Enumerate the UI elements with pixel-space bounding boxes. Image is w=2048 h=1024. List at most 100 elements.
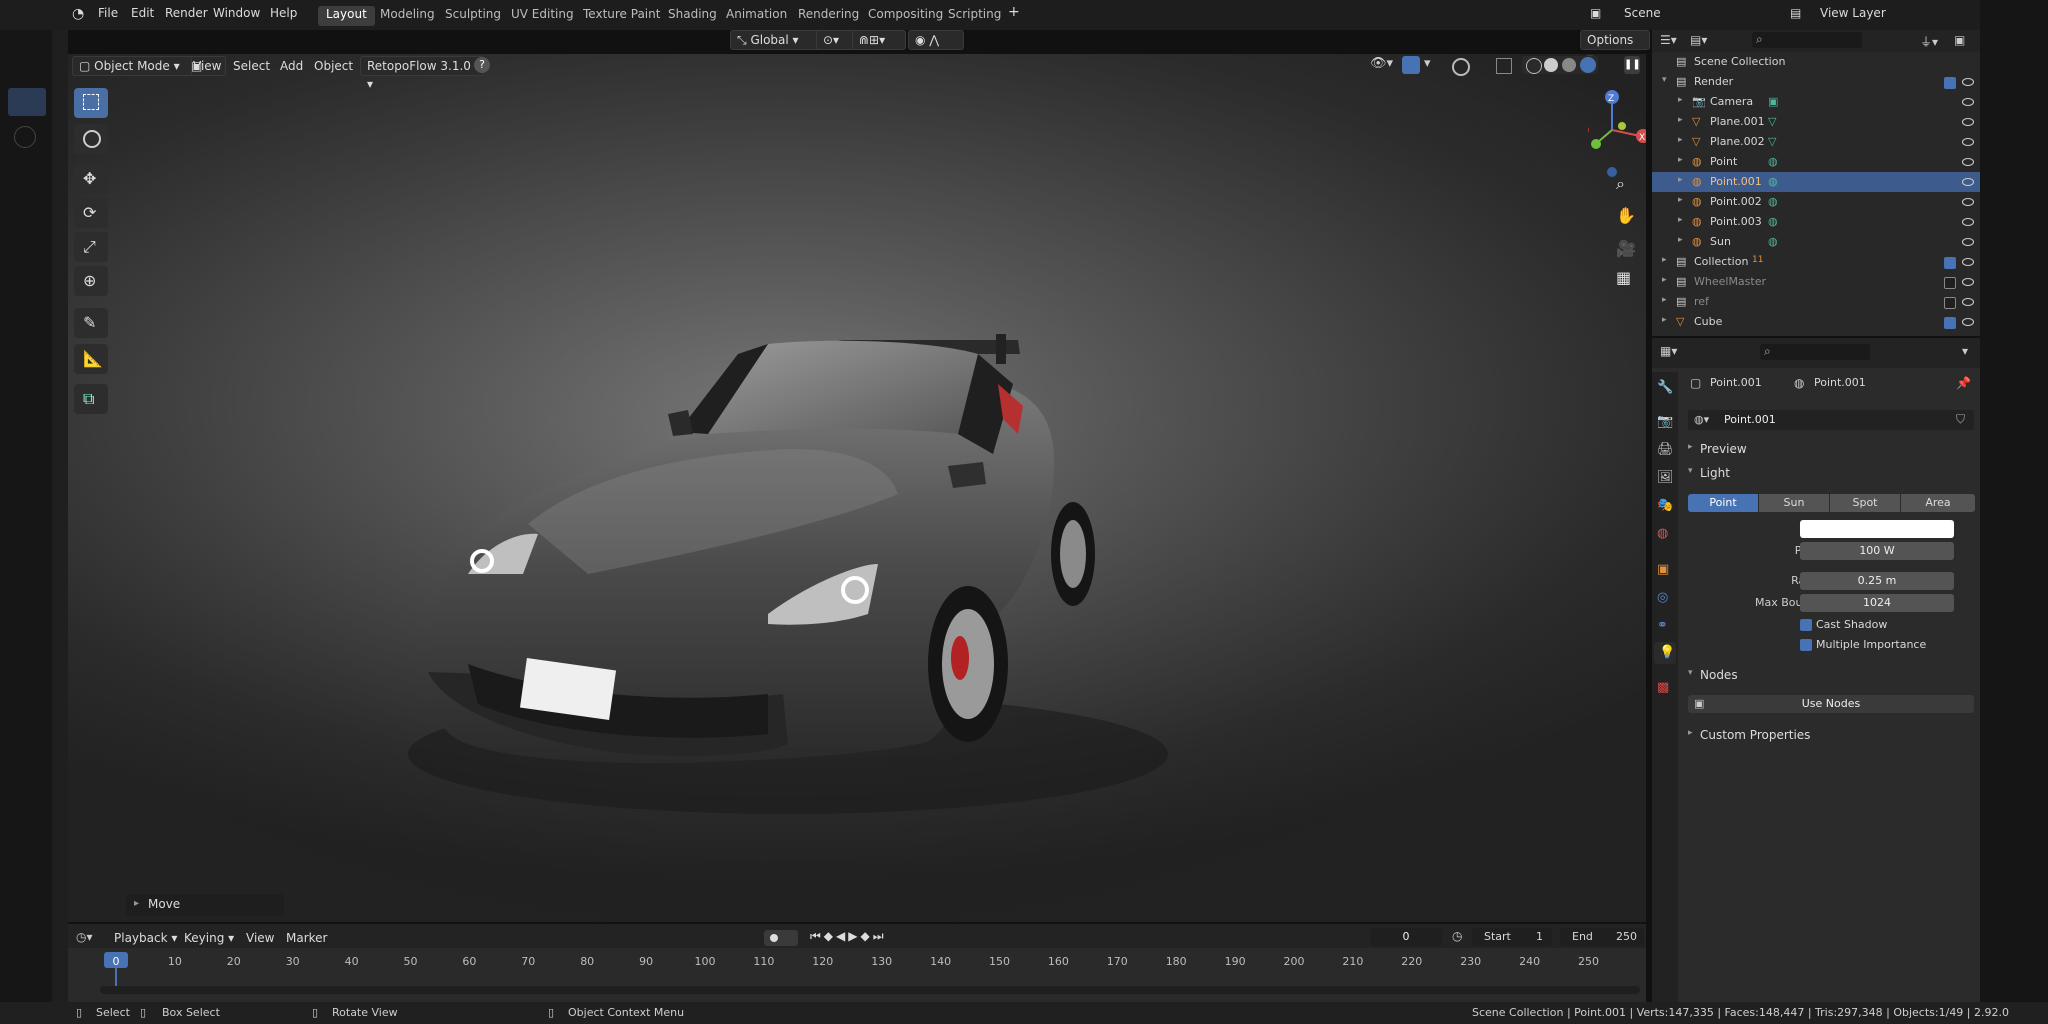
3d-viewport[interactable]: Z X ⌕ ✋ 🎥 ▦ ▸ Move xyxy=(68,54,1646,922)
help-icon[interactable]: ? xyxy=(474,57,490,73)
keying-menu[interactable]: Keying ▾ xyxy=(178,929,248,947)
expand-arrow-icon[interactable]: ▸ xyxy=(1678,155,1683,165)
light-type-sun[interactable]: Sun xyxy=(1759,494,1829,512)
mesh-data-icon[interactable]: ▽ xyxy=(1768,135,1776,148)
menu-file[interactable]: File xyxy=(98,6,118,20)
light-type-spot[interactable]: Spot xyxy=(1830,494,1900,512)
outliner-row[interactable]: ▸ ▽ Cube xyxy=(1652,312,1980,332)
proportional-edit-icon[interactable]: ◉ ⋀ xyxy=(908,30,964,50)
visibility-eye-icon[interactable] xyxy=(1962,118,1974,126)
outliner-row[interactable]: ▸ ◍ Sun ◍ xyxy=(1652,232,1980,252)
outliner-editor-icon[interactable]: ☰▾ xyxy=(1660,33,1677,47)
start-frame-field[interactable]: Start 1 xyxy=(1472,928,1552,946)
light-collapse-icon[interactable]: ▾ xyxy=(1688,466,1693,476)
radius-field[interactable]: 0.25 m xyxy=(1800,572,1954,590)
expand-arrow-icon[interactable]: ▸ xyxy=(1662,255,1667,265)
transform-tool[interactable]: ⊕ xyxy=(74,266,108,296)
add-cube-tool[interactable]: ⧉ xyxy=(74,384,108,414)
timeline-scrollbar[interactable] xyxy=(100,986,1640,994)
exclude-checkbox[interactable] xyxy=(1944,297,1956,309)
expand-arrow-icon[interactable]: ▸ xyxy=(1678,215,1683,225)
display-mode-icon[interactable]: ▤▾ xyxy=(1690,33,1707,47)
exclude-checkbox[interactable] xyxy=(1944,77,1956,89)
outliner-row[interactable]: ▸ ◍ Point.001 ◍ xyxy=(1652,172,1980,192)
scene-tab-icon[interactable]: 🎭 xyxy=(1657,498,1673,513)
light-section-header[interactable]: Light xyxy=(1700,466,1730,480)
retopoflow-dropdown[interactable]: RetopoFlow 3.1.0 ▾ xyxy=(360,56,484,91)
render-tab-icon[interactable]: 📷 xyxy=(1657,414,1673,429)
menu-select[interactable]: Select xyxy=(233,57,270,75)
visibility-icon[interactable]: 👁▾ xyxy=(1370,56,1393,71)
camera-view-icon[interactable]: 🎥 xyxy=(1616,239,1636,258)
measure-tool[interactable]: 📐 xyxy=(74,344,108,374)
view-layer-name[interactable]: View Layer xyxy=(1820,6,1886,20)
outliner-row[interactable]: ▸ ◍ Point.003 ◍ xyxy=(1652,212,1980,232)
fake-user-shield-icon[interactable]: ⛉ xyxy=(1956,412,1965,427)
annotate-tool[interactable]: ✎ xyxy=(74,308,108,338)
tab-sculpting[interactable]: Sculpting xyxy=(437,6,509,26)
outliner-row[interactable]: ▾ ▤ Render xyxy=(1652,72,1980,92)
outliner-row[interactable]: ▸ ◍ Point ◍ xyxy=(1652,152,1980,172)
tool-tab-icon[interactable]: 🔧 xyxy=(1657,380,1673,395)
light-data-icon[interactable]: ◍ xyxy=(1768,195,1778,208)
menu-window[interactable]: Window xyxy=(213,6,260,20)
outliner-row[interactable]: ▸ ▤ Collection 11 xyxy=(1652,252,1980,272)
preview-section-header[interactable]: Preview xyxy=(1700,442,1747,456)
side-select-icon[interactable] xyxy=(8,88,46,116)
menu-view[interactable]: View xyxy=(193,57,221,75)
tab-layout[interactable]: Layout xyxy=(318,6,375,26)
tab-scripting[interactable]: Scripting xyxy=(940,6,1009,26)
color-swatch[interactable] xyxy=(1800,520,1954,538)
nodes-section-header[interactable]: Nodes xyxy=(1700,668,1738,682)
auto-key-toggle[interactable] xyxy=(764,930,798,946)
scene-name[interactable]: Scene xyxy=(1624,6,1661,20)
outliner-row[interactable]: ▸ 📷 Camera ▣ xyxy=(1652,92,1980,112)
light-data-icon[interactable]: ◍ xyxy=(1768,235,1778,248)
view-layer-icon[interactable]: ▤ xyxy=(1790,6,1801,20)
view-layer-tab-icon[interactable]: 🖼 xyxy=(1657,470,1674,485)
custom-properties-header[interactable]: Custom Properties xyxy=(1700,728,1810,742)
outliner-row[interactable]: ▸ ▤ WheelMaster xyxy=(1652,272,1980,292)
texture-tab-icon[interactable]: ▩ xyxy=(1657,680,1669,695)
tab-rendering[interactable]: Rendering xyxy=(790,6,867,26)
menu-add[interactable]: Add xyxy=(280,57,303,75)
scene-collection-row[interactable]: ▤ Scene Collection xyxy=(1652,52,1980,72)
visibility-eye-icon[interactable] xyxy=(1962,78,1974,86)
gizmo-toggle-icon[interactable] xyxy=(1402,56,1420,74)
camera-data-icon[interactable]: ▣ xyxy=(1768,95,1778,108)
outliner-row[interactable]: ▸ ▽ Plane.002 ▽ xyxy=(1652,132,1980,152)
light-type-point[interactable]: Point xyxy=(1688,494,1758,512)
object-tab-icon[interactable]: ▣ xyxy=(1657,562,1669,577)
expand-arrow-icon[interactable]: ▸ xyxy=(1662,275,1667,285)
marker-menu[interactable]: Marker xyxy=(286,929,327,947)
expand-arrow-icon[interactable]: ▸ xyxy=(1678,95,1683,105)
visibility-eye-icon[interactable] xyxy=(1962,278,1974,286)
object-mode-dropdown[interactable]: ▢ Object Mode ▾ xyxy=(72,56,192,76)
tab-compositing[interactable]: Compositing xyxy=(860,6,951,26)
xray-icon[interactable] xyxy=(1496,58,1512,74)
light-data-icon[interactable]: ◍ xyxy=(1768,215,1778,228)
visibility-eye-icon[interactable] xyxy=(1962,218,1974,226)
new-collection-icon[interactable]: ▣ xyxy=(1954,33,1965,47)
pause-render-icon[interactable]: ❚❚ xyxy=(1624,56,1641,74)
multiple-importance-checkbox[interactable] xyxy=(1800,639,1812,651)
expand-arrow-icon[interactable]: ▸ xyxy=(1662,315,1667,325)
preview-range-icon[interactable]: ◷ xyxy=(1452,929,1462,943)
pin-icon[interactable]: 📌 xyxy=(1956,376,1971,390)
cast-shadow-checkbox[interactable] xyxy=(1800,619,1812,631)
tab-uv-editing[interactable]: UV Editing xyxy=(503,6,582,26)
exclude-checkbox[interactable] xyxy=(1944,257,1956,269)
transform-orientation-dropdown[interactable]: ⤡ Global ▾ xyxy=(730,30,824,50)
power-field[interactable]: 100 W xyxy=(1800,542,1954,560)
exclude-checkbox[interactable] xyxy=(1944,277,1956,289)
timeline-view-menu[interactable]: View xyxy=(246,929,274,947)
tab-shading[interactable]: Shading xyxy=(660,6,725,26)
output-tab-icon[interactable]: 🖨 xyxy=(1657,442,1674,457)
zoom-icon[interactable]: ⌕ xyxy=(1616,174,1625,194)
light-data-icon[interactable]: ◍ xyxy=(1768,175,1778,188)
expand-arrow-icon[interactable]: ▸ xyxy=(1678,195,1683,205)
material-shading-icon[interactable] xyxy=(1562,58,1576,72)
add-workspace-icon[interactable]: + xyxy=(1008,4,1020,20)
mesh-data-icon[interactable]: ▽ xyxy=(1768,115,1776,128)
visibility-eye-icon[interactable] xyxy=(1962,178,1974,186)
